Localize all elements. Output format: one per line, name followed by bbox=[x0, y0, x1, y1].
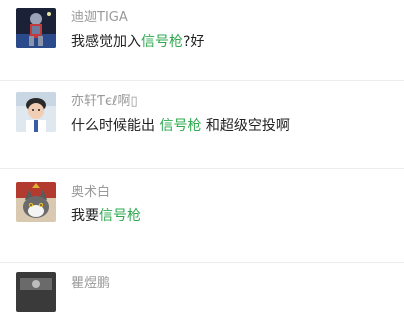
highlighted-keyword: 信号枪 bbox=[141, 34, 183, 50]
comment-text-before: 什么时候能出 bbox=[71, 118, 160, 134]
divider bbox=[0, 262, 404, 263]
comment-text-after: 和超级空投啊 bbox=[201, 118, 290, 134]
cat-avatar[interactable] bbox=[16, 182, 56, 222]
commenter-name[interactable]: 瞿煜鹏 bbox=[71, 276, 110, 292]
commenter-name[interactable]: 亦轩Ƭєℓ啊▯ bbox=[71, 94, 138, 110]
highlighted-keyword: 信号枪 bbox=[159, 118, 202, 134]
comment-text-before: 我感觉加入 bbox=[71, 34, 141, 50]
dark-avatar[interactable] bbox=[16, 272, 56, 312]
commenter-name[interactable]: 奥术白 bbox=[71, 185, 110, 201]
divider bbox=[0, 80, 404, 81]
commenter-name[interactable]: 迪迦TIGA bbox=[71, 10, 128, 26]
comment-text: 我要信号枪 bbox=[71, 207, 141, 225]
divider bbox=[0, 168, 404, 169]
highlighted-keyword: 信号枪 bbox=[99, 208, 141, 224]
comment-text: 什么时候能出 信号枪 和超级空投啊 bbox=[71, 117, 290, 135]
tiga-hero-avatar[interactable] bbox=[16, 8, 56, 48]
comment-text: 我感觉加入信号枪?好 bbox=[71, 33, 204, 51]
comment-text-before: 我要 bbox=[71, 208, 99, 224]
comment-text-after: ?好 bbox=[183, 34, 205, 50]
boy-avatar[interactable] bbox=[16, 92, 56, 132]
